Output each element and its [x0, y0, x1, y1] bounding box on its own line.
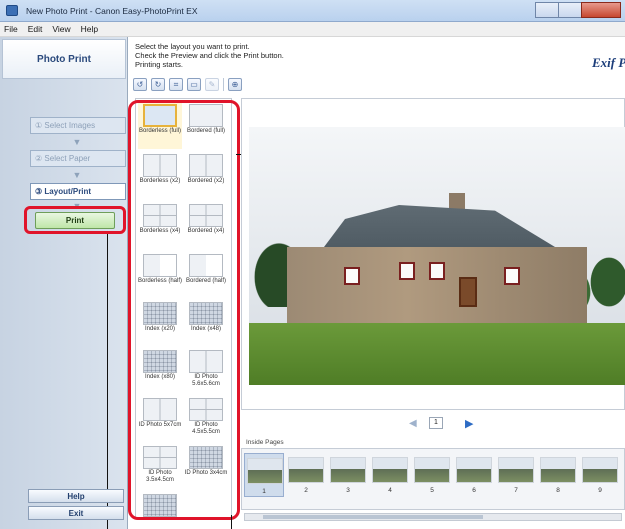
step-label: Select Paper — [44, 154, 91, 163]
thumbnail-image — [372, 457, 408, 483]
zoom-icon[interactable]: ⊕ — [228, 78, 242, 91]
instruction-line: Check the Preview and click the Print bu… — [135, 51, 284, 60]
photo-window — [429, 262, 445, 280]
thumbnail-strip: 1 2 3 4 5 6 7 8 9 — [241, 448, 625, 510]
thumbnail-number: 6 — [472, 487, 476, 494]
menu-view[interactable]: View — [52, 24, 70, 34]
step-number: ② — [35, 154, 43, 163]
photo-window — [399, 262, 415, 280]
thumbnail-number: 9 — [598, 487, 602, 494]
thumbnail-image — [247, 458, 283, 484]
step-number: ③ — [35, 187, 43, 196]
exit-button[interactable]: Exit — [28, 506, 124, 520]
instructions: Select the layout you want to print. Che… — [135, 42, 284, 69]
step-layout-print[interactable]: ③ Layout/Print — [30, 183, 126, 200]
thumbnail-number: 4 — [388, 487, 392, 494]
menu-file[interactable]: File — [4, 24, 18, 34]
step-label: Select Images — [44, 121, 96, 130]
photo-window — [504, 267, 520, 285]
step-select-images[interactable]: ① Select Images — [30, 117, 126, 134]
title-bar: New Photo Print - Canon Easy-PhotoPrint … — [0, 0, 625, 22]
photo-lawn — [249, 323, 625, 385]
page-thumbnail[interactable]: 4 — [370, 453, 410, 497]
page-thumbnail[interactable]: 2 — [286, 453, 326, 497]
page-number[interactable]: 1 — [429, 417, 443, 429]
sidebar-header: Photo Print — [2, 39, 126, 79]
menu-help[interactable]: Help — [81, 24, 98, 34]
step-select-paper[interactable]: ② Select Paper — [30, 150, 126, 167]
instruction-line: Printing starts. — [135, 60, 183, 69]
page-thumbnail[interactable]: 1 — [244, 453, 284, 497]
page-navigator: ◀ 1 ▶ — [241, 412, 625, 434]
photo-window — [344, 267, 360, 285]
thumbnail-image — [330, 457, 366, 483]
close-button[interactable] — [581, 2, 621, 18]
instruction-line: Select the layout you want to print. — [135, 42, 250, 51]
page-thumbnail[interactable]: 9 — [580, 453, 620, 497]
thumbnail-image — [582, 457, 618, 483]
thumbnail-image — [414, 457, 450, 483]
date-icon[interactable]: ✎ — [205, 78, 219, 91]
rotate-right-icon[interactable]: ↻ — [151, 78, 165, 91]
thumbnail-number: 5 — [430, 487, 434, 494]
scrollbar-thumb[interactable] — [263, 515, 483, 519]
preview-photo[interactable] — [249, 127, 625, 385]
thumbnail-scrollbar[interactable] — [244, 513, 622, 521]
next-page-icon[interactable]: ▶ — [465, 417, 473, 430]
thumbnail-number: 8 — [556, 487, 560, 494]
page-thumbnail[interactable]: 5 — [412, 453, 452, 497]
page-thumbnail[interactable]: 3 — [328, 453, 368, 497]
photo-door — [459, 277, 477, 307]
preview-area — [241, 98, 625, 410]
thumbnail-number: 3 — [346, 487, 350, 494]
layout-callout-line-bottom — [231, 515, 232, 529]
thumbnail-image — [456, 457, 492, 483]
inside-pages-label: Inside Pages — [246, 439, 284, 446]
step-number: ① — [35, 121, 43, 130]
arrow-down-icon: ▼ — [72, 137, 82, 147]
menu-edit[interactable]: Edit — [28, 24, 43, 34]
frame-icon[interactable]: ▭ — [187, 78, 201, 91]
print-highlight-box — [24, 206, 126, 234]
app-icon — [6, 5, 18, 16]
thumbnail-number: 1 — [262, 488, 266, 495]
maximize-button[interactable] — [558, 2, 582, 18]
sidebar-heading: Photo Print — [37, 54, 91, 65]
page-thumbnail[interactable]: 8 — [538, 453, 578, 497]
minimize-button[interactable] — [535, 2, 559, 18]
edit-toolbar: ↺ ↻ ⌗ ▭ ✎ ⊕ — [133, 78, 246, 91]
thumbnail-image — [540, 457, 576, 483]
layout-highlight-box — [128, 100, 240, 520]
photo-house — [287, 247, 587, 327]
prev-page-icon[interactable]: ◀ — [409, 418, 417, 429]
menu-bar: File Edit View Help — [0, 22, 625, 37]
step-label: Layout/Print — [44, 187, 92, 196]
window-controls — [535, 2, 621, 18]
thumbnail-number: 7 — [514, 487, 518, 494]
crop-icon[interactable]: ⌗ — [169, 78, 183, 91]
arrow-down-icon: ▼ — [72, 170, 82, 180]
window-title: New Photo Print - Canon Easy-PhotoPrint … — [26, 6, 198, 16]
print-callout-line — [107, 234, 108, 529]
exif-print-logo: Exif Print — [592, 55, 625, 70]
page-thumbnail[interactable]: 6 — [454, 453, 494, 497]
thumbnail-image — [498, 457, 534, 483]
sidebar: Photo Print ① Select Images ▼ ② Select P… — [0, 37, 128, 529]
toolbar-divider — [223, 78, 224, 91]
thumbnail-number: 2 — [304, 487, 308, 494]
help-button[interactable]: Help — [28, 489, 124, 503]
rotate-left-icon[interactable]: ↺ — [133, 78, 147, 91]
page-thumbnail[interactable]: 7 — [496, 453, 536, 497]
thumbnail-image — [288, 457, 324, 483]
